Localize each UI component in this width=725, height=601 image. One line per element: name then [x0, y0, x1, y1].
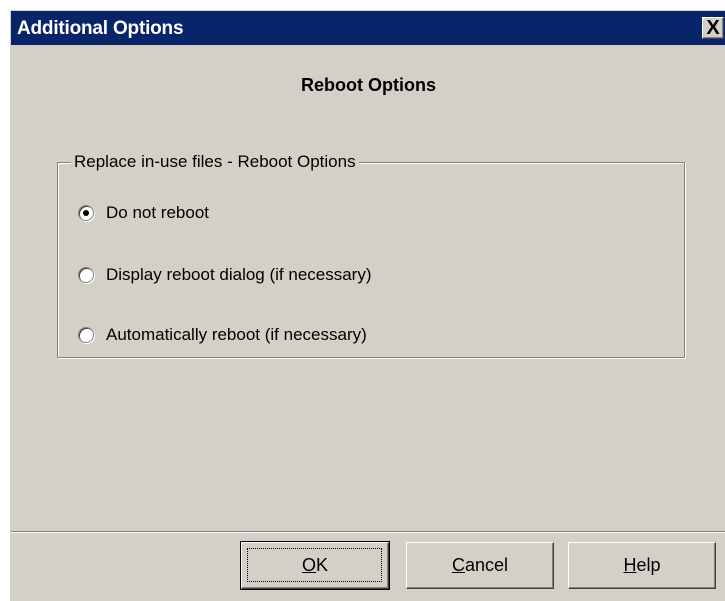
title-bar[interactable]: Additional Options X [11, 11, 725, 45]
help-button-label: Help [623, 555, 661, 575]
page-title: Reboot Options [301, 75, 436, 95]
separator [11, 531, 725, 533]
radio-display-reboot-dialog[interactable]: Display reboot dialog (if necessary) [78, 264, 372, 286]
ok-button-label: OK [301, 555, 329, 575]
cancel-button-label: Cancel [451, 555, 509, 575]
ok-button[interactable]: OK [240, 541, 390, 590]
radio-label: Display reboot dialog (if necessary) [106, 265, 372, 284]
radio-button[interactable] [78, 267, 94, 283]
radio-button[interactable] [78, 327, 94, 343]
radio-label: Do not reboot [106, 203, 210, 222]
radio-do-not-reboot[interactable]: Do not reboot [78, 202, 209, 224]
help-button[interactable]: Help [568, 542, 716, 589]
close-icon: X [706, 17, 720, 39]
cancel-button[interactable]: Cancel [406, 542, 554, 589]
group-legend: Replace in-use files - Reboot Options [71, 152, 359, 172]
reboot-options-group: Replace in-use files - Reboot Options Do… [57, 152, 685, 358]
close-button[interactable]: X [702, 17, 724, 39]
radio-button-checked[interactable] [78, 205, 94, 221]
additional-options-dialog: Additional Options X Reboot Options Repl… [10, 10, 725, 601]
radio-label: Automatically reboot (if necessary) [106, 325, 367, 344]
window-title: Additional Options [17, 18, 184, 39]
radio-automatically-reboot[interactable]: Automatically reboot (if necessary) [78, 324, 367, 346]
